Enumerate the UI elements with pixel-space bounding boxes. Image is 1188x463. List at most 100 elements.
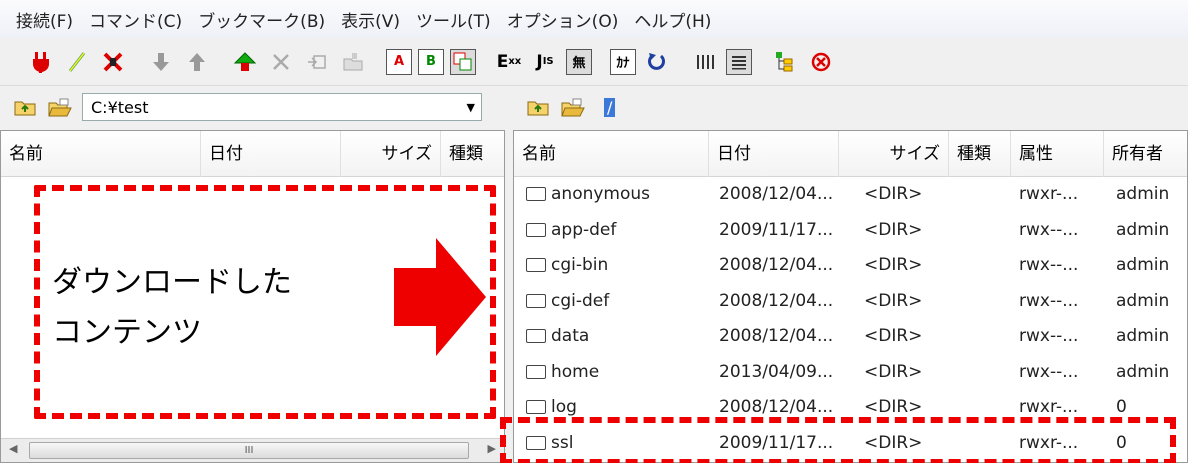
menu-connect[interactable]: 接続(F) (8, 7, 81, 32)
cell-attr: rwxr-... (1019, 184, 1079, 204)
table-row[interactable]: cgi-def 2008/12/04... <DIR> rwx--... admin (514, 284, 1187, 319)
tree-icon[interactable] (770, 47, 800, 77)
label-line-2: コンテンツ (52, 315, 202, 350)
detail-view-icon[interactable] (726, 48, 752, 75)
download-icon[interactable] (146, 47, 176, 77)
table-row[interactable]: cgi-bin 2008/12/04... <DIR> rwx--... admin (514, 248, 1187, 283)
col-attr[interactable]: 属性 (1011, 131, 1104, 177)
folder-icon (526, 258, 546, 272)
folder-icon (526, 400, 546, 414)
folder-icon (526, 187, 546, 201)
cell-owner: admin (1116, 290, 1170, 311)
cell-size: <DIR> (864, 219, 923, 240)
local-path-field[interactable]: C:¥test ▼ (82, 93, 482, 121)
col-size[interactable]: サイズ (341, 131, 441, 177)
mkdir-icon[interactable] (338, 47, 368, 77)
euc-icon[interactable]: Exx (494, 47, 524, 77)
ascii-mode-icon[interactable]: A (386, 48, 412, 75)
menu-options[interactable]: オプション(O) (499, 7, 627, 32)
parent-folder-icon[interactable] (527, 98, 549, 116)
cell-name: cgi-bin (526, 248, 608, 283)
cell-owner: admin (1116, 184, 1170, 204)
file-name: data (551, 326, 590, 346)
menu-tools[interactable]: ツール(T) (408, 7, 499, 32)
kana-icon[interactable]: ｶﾅ (610, 48, 636, 75)
local-list-header: 名前 日付 サイズ 種類 (1, 131, 504, 177)
cell-owner: admin (1116, 219, 1170, 240)
horizontal-scrollbar[interactable]: ◀ III ▶ (1, 438, 504, 462)
folder-icon (526, 222, 546, 237)
table-row[interactable]: anonymous 2008/12/04... <DIR> rwxr-... admin (514, 177, 1187, 212)
cell-owner: admin (1116, 326, 1170, 346)
list-view-icon[interactable] (690, 47, 720, 77)
refresh-icon[interactable] (642, 47, 672, 77)
col-date[interactable]: 日付 (201, 131, 341, 177)
auto-mode-icon[interactable] (450, 48, 476, 75)
jis-icon[interactable]: J IS (530, 47, 560, 77)
cell-date: 2008/12/04... (719, 255, 834, 275)
col-name[interactable]: 名前 (1, 131, 201, 177)
cell-date: 2008/12/04... (719, 326, 834, 346)
file-name: app-def (551, 219, 617, 240)
cell-date: 2009/11/17... (719, 219, 834, 240)
no-convert-icon[interactable]: 無 (566, 48, 592, 75)
cell-size: <DIR> (864, 361, 923, 382)
cell-owner: admin (1116, 361, 1170, 382)
cell-name: cgi-def (526, 284, 609, 319)
scroll-left-icon[interactable]: ◀ (9, 442, 17, 455)
remote-list-header: 名前 日付 サイズ 種類 属性 所有者 (514, 131, 1187, 177)
downloaded-content-label: ダウンロードした コンテンツ (52, 258, 292, 358)
parent-folder-icon[interactable] (14, 98, 36, 116)
menu-command[interactable]: コマンド(C) (81, 7, 190, 32)
col-size[interactable]: サイズ (839, 131, 949, 177)
remote-file-list[interactable]: 名前 日付 サイズ 種類 属性 所有者 anonymous 2008/12/04.… (513, 130, 1188, 463)
download-arrow-icon (394, 238, 486, 356)
ssl-row-highlight (500, 417, 1176, 463)
open-folder-icon[interactable] (561, 98, 585, 117)
scroll-right-icon[interactable]: ▶ (488, 442, 496, 455)
file-name: cgi-def (551, 290, 610, 311)
delete-icon[interactable] (266, 47, 296, 77)
cell-name: data (526, 319, 589, 354)
connect-icon[interactable] (26, 47, 56, 77)
ascii-mode-label: A (393, 54, 405, 69)
scroll-thumb[interactable]: III (29, 442, 469, 459)
col-type[interactable]: 種類 (949, 131, 1011, 177)
quick-connect-icon[interactable] (62, 47, 92, 77)
upload-icon[interactable] (182, 47, 212, 77)
cell-attr: rwx--... (1019, 255, 1079, 275)
disconnect-icon[interactable] (98, 47, 128, 77)
menu-bookmark[interactable]: ブックマーク(B) (190, 7, 333, 32)
menu-view[interactable]: 表示(V) (333, 7, 408, 32)
remote-path-field[interactable]: / (595, 93, 1135, 121)
mirror-upload-icon[interactable] (230, 47, 260, 77)
cell-name: anonymous (526, 177, 650, 212)
open-folder-icon[interactable] (48, 98, 72, 117)
menu-help[interactable]: ヘルプ(H) (626, 7, 719, 32)
no-convert-label: 無 (572, 56, 586, 71)
table-row[interactable]: app-def 2009/11/17... <DIR> rwx--... admin (514, 213, 1187, 248)
folder-icon (526, 293, 546, 308)
cell-size: <DIR> (864, 326, 923, 346)
col-type[interactable]: 種類 (441, 131, 504, 177)
ffftp-window: 接続(F) コマンド(C) ブックマーク(B) 表示(V) ツール(T) オプシ… (0, 0, 1188, 463)
kana-label: ｶﾅ (616, 56, 630, 71)
local-path-bar: C:¥test ▼ (0, 87, 505, 127)
table-row[interactable]: data 2008/12/04... <DIR> rwx--... admin (514, 319, 1187, 354)
stop-icon[interactable] (806, 47, 836, 77)
cell-name: app-def (526, 213, 616, 248)
folder-icon (526, 329, 546, 343)
cell-attr: rwx--... (1019, 290, 1079, 311)
col-owner[interactable]: 所有者 (1104, 131, 1188, 177)
cell-size: <DIR> (864, 290, 923, 311)
binary-mode-label: B (426, 54, 436, 69)
file-name: anonymous (551, 184, 651, 204)
cell-attr: rwx--... (1019, 361, 1079, 382)
chevron-down-icon[interactable]: ▼ (467, 101, 475, 114)
col-name[interactable]: 名前 (514, 131, 709, 177)
binary-mode-icon[interactable]: B (418, 48, 444, 75)
col-date[interactable]: 日付 (709, 131, 839, 177)
table-row[interactable]: home 2013/04/09... <DIR> rwx--... admin (514, 355, 1187, 390)
file-name: log (551, 397, 577, 417)
rename-icon[interactable] (302, 47, 332, 77)
